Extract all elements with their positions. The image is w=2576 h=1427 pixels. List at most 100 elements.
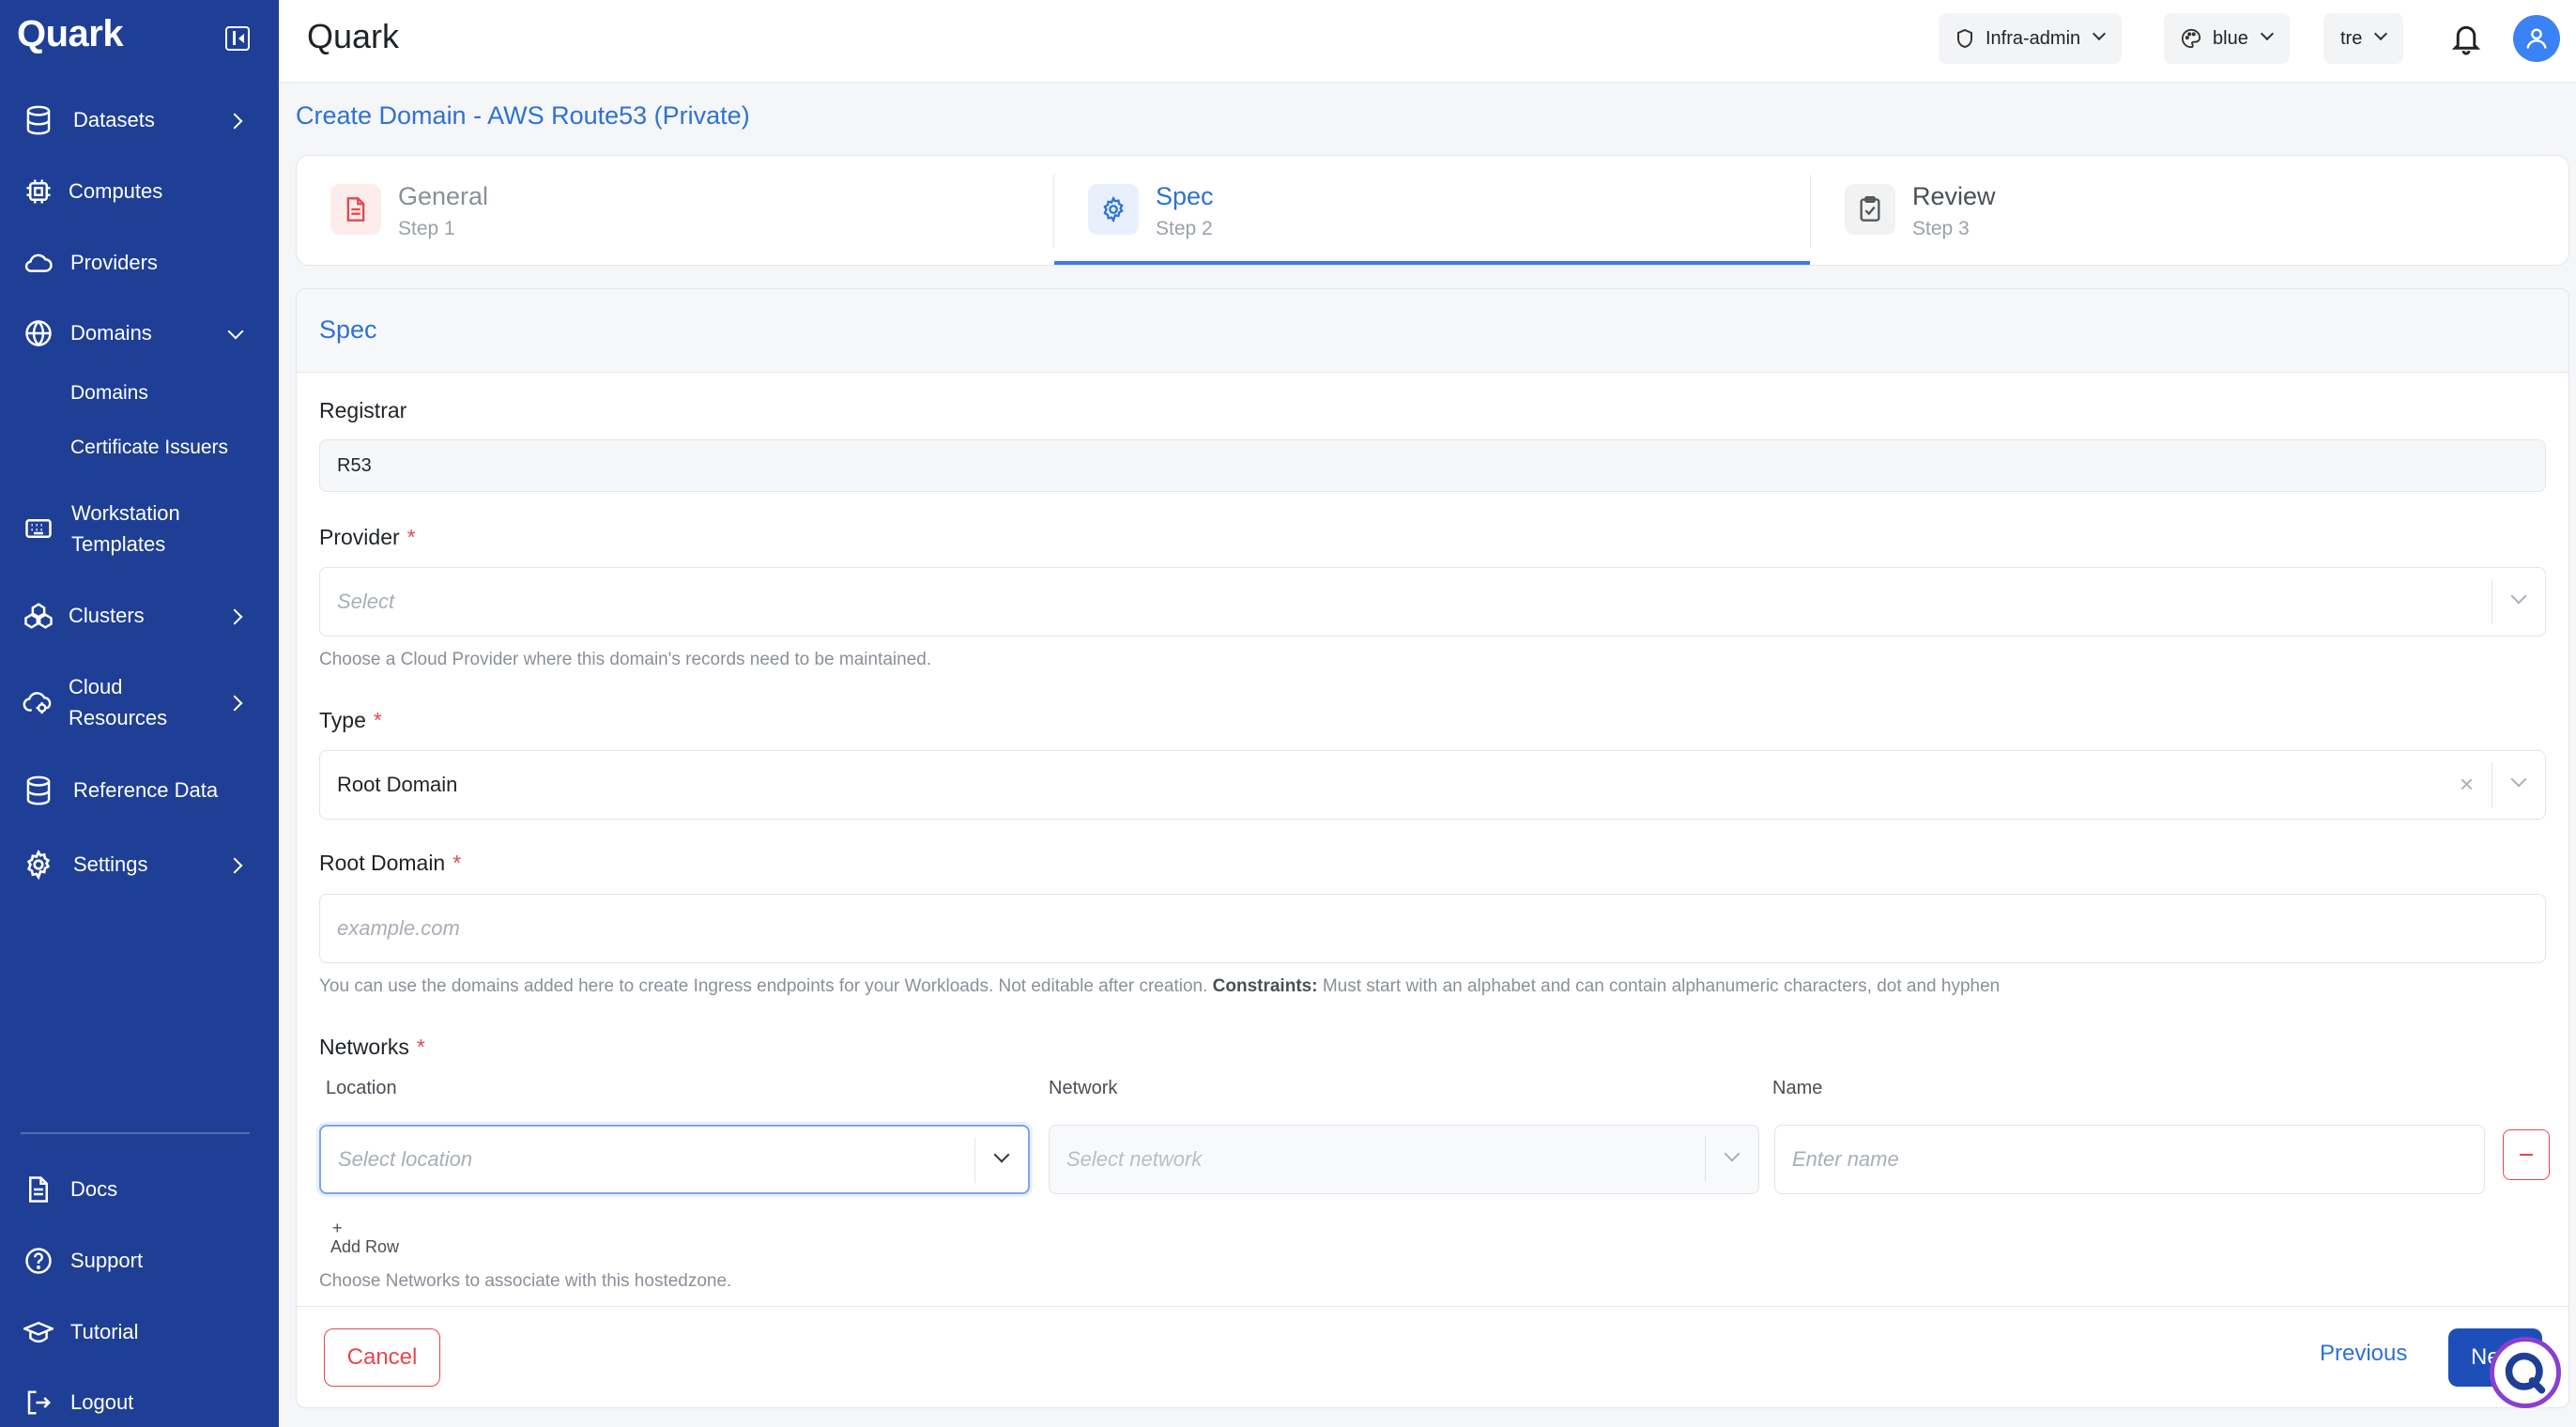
theme-label: blue	[2213, 27, 2248, 49]
root-domain-help: You can use the domains added here to cr…	[319, 976, 2001, 996]
sidebar-item-reference-data[interactable]: Reference Data	[0, 775, 279, 806]
registrar-label: Registrar	[319, 398, 407, 422]
spec-form-card: Spec Registrar R53 Provider * Select Choo…	[296, 288, 2569, 1408]
chevron-down-icon	[2375, 29, 2386, 40]
root-domain-input[interactable]: example.com	[319, 894, 2546, 963]
chat-widget-icon[interactable]	[2490, 1337, 2561, 1408]
sidebar-item-datasets[interactable]: Datasets	[0, 104, 279, 136]
step-subtitle: Step 2	[1156, 218, 1213, 239]
sidebar-subitem-certificate-issuers[interactable]: Certificate Issuers	[70, 437, 228, 459]
dropdown-separator	[2491, 762, 2492, 807]
sidebar-item-label: Cloud Resources	[69, 675, 168, 729]
column-network: Network	[1049, 1078, 1118, 1098]
sidebar-item-workstation-templates[interactable]: Workstation Templates	[0, 498, 279, 560]
sidebar-subitem-domains[interactable]: Domains	[70, 382, 148, 405]
sidebar-item-label: Reference Data	[73, 778, 219, 802]
sidebar-item-providers[interactable]: Providers	[0, 247, 279, 279]
add-row-plus-icon[interactable]: +	[332, 1219, 343, 1238]
page-title: Create Domain - AWS Route53 (Private)	[296, 101, 750, 130]
column-name: Name	[1772, 1078, 1823, 1098]
sidebar-item-label: Support	[70, 1249, 144, 1272]
sidebar-item-label: Tutorial	[70, 1320, 139, 1343]
sidebar-item-label: Docs	[70, 1177, 118, 1201]
step-subtitle: Step 3	[1912, 218, 1970, 239]
database-icon	[23, 104, 54, 136]
network-select[interactable]: Select network	[1049, 1125, 1759, 1194]
stepper: General Step 1 Spec Step 2 Review Step 3	[296, 155, 2569, 266]
cloud-icon	[23, 247, 54, 279]
networks-help: Choose Networks to associate with this h…	[319, 1271, 732, 1291]
palette-icon	[2181, 28, 2201, 49]
section-title: Spec	[319, 315, 377, 344]
name-placeholder: Enter name	[1792, 1147, 1899, 1171]
gear-icon	[1088, 184, 1139, 235]
step-title: General	[398, 182, 489, 210]
sidebar: Quark Datasets Computes Providers Domain…	[0, 0, 279, 1427]
user-avatar[interactable]	[2513, 15, 2560, 62]
chevron-down-icon	[2093, 29, 2105, 40]
step-general[interactable]: General Step 1	[297, 156, 1053, 265]
footer-divider	[297, 1306, 2568, 1307]
sidebar-item-logout[interactable]: Logout	[0, 1387, 279, 1419]
registrar-field: R53	[319, 439, 2546, 492]
sidebar-item-label: Logout	[70, 1390, 134, 1414]
provider-select[interactable]: Select	[319, 567, 2546, 637]
provider-label: Provider *	[319, 525, 416, 549]
step-review[interactable]: Review Step 3	[1811, 156, 2568, 265]
sidebar-item-docs[interactable]: Docs	[0, 1174, 279, 1205]
type-select[interactable]: Root Domain ×	[319, 750, 2546, 820]
add-row-button[interactable]: Add Row	[330, 1237, 399, 1257]
root-domain-label: Root Domain *	[319, 851, 462, 875]
app-title: Quark	[307, 17, 400, 55]
sidebar-item-tutorial[interactable]: Tutorial	[0, 1316, 279, 1348]
chevron-down-icon[interactable]	[2511, 592, 2524, 606]
logout-icon	[23, 1387, 54, 1419]
sidebar-item-label: Domains	[70, 321, 152, 345]
step-spec[interactable]: Spec Step 2	[1054, 156, 1810, 265]
chevron-down-icon[interactable]	[1725, 1150, 1738, 1163]
active-step-indicator	[1054, 261, 1810, 265]
theme-selector[interactable]: blue	[2164, 13, 2290, 64]
role-label: Infra-admin	[1986, 27, 2081, 49]
cancel-button[interactable]: Cancel	[324, 1328, 440, 1387]
network-name-input[interactable]: Enter name	[1774, 1125, 2485, 1194]
tenant-selector[interactable]: tre	[2323, 13, 2404, 64]
provider-help: Choose a Cloud Provider where this domai…	[319, 650, 932, 669]
dropdown-separator	[2491, 579, 2492, 624]
document-icon	[23, 1174, 54, 1205]
registrar-value: R53	[337, 454, 372, 476]
sidebar-item-label: Datasets	[73, 108, 155, 131]
networks-label: Networks *	[319, 1035, 425, 1059]
database-icon	[23, 775, 54, 806]
sidebar-item-label: Providers	[70, 251, 158, 274]
chevron-down-icon[interactable]	[994, 1151, 1007, 1164]
quark-logo[interactable]: Quark	[17, 13, 124, 55]
required-mark: *	[373, 708, 382, 732]
shield-icon	[1955, 28, 1974, 49]
type-label: Type *	[319, 708, 382, 732]
chevron-right-icon	[227, 695, 242, 710]
type-value: Root Domain	[337, 773, 458, 796]
cpu-icon	[23, 176, 54, 207]
chevron-down-icon	[227, 326, 242, 341]
bell-icon[interactable]	[2449, 21, 2487, 58]
sidebar-item-cloud-resources[interactable]: Cloud Resources	[0, 671, 279, 733]
remove-row-button[interactable]	[2503, 1129, 2550, 1180]
sidebar-item-support[interactable]: Support	[0, 1245, 279, 1277]
step-subtitle: Step 1	[398, 218, 455, 239]
required-mark: *	[406, 525, 416, 549]
clear-icon[interactable]: ×	[2460, 772, 2474, 796]
step-title: Spec	[1156, 182, 1214, 210]
sidebar-item-computes[interactable]: Computes	[0, 176, 279, 207]
sidebar-item-clusters[interactable]: Clusters	[0, 600, 279, 632]
sidebar-collapse-icon[interactable]	[225, 26, 250, 51]
sidebar-item-settings[interactable]: Settings	[0, 849, 279, 881]
required-mark: *	[416, 1035, 425, 1059]
previous-button[interactable]: Previous	[2320, 1341, 2407, 1367]
step-title: Review	[1912, 182, 1996, 210]
help-circle-icon	[23, 1245, 54, 1277]
chevron-down-icon[interactable]	[2511, 775, 2524, 789]
sidebar-item-domains[interactable]: Domains	[0, 317, 279, 349]
location-select[interactable]: Select location	[319, 1125, 1030, 1194]
role-selector[interactable]: Infra-admin	[1939, 13, 2123, 64]
